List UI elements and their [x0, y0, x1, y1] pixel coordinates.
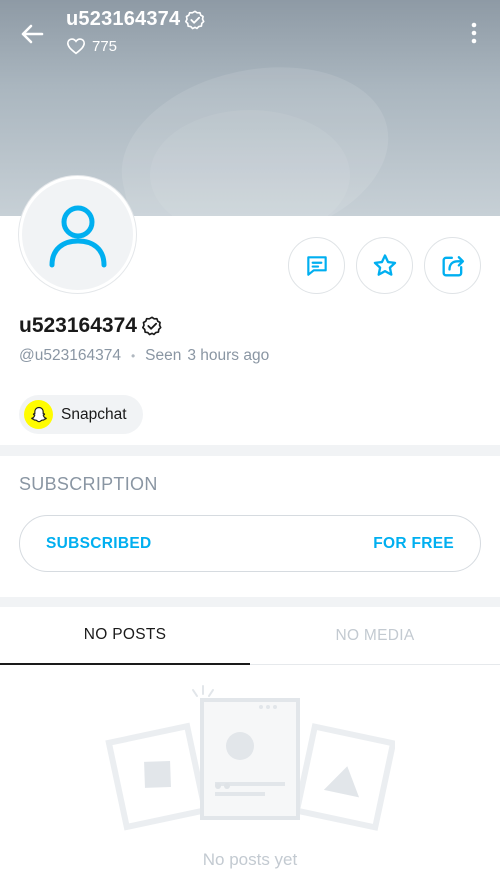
favorite-button[interactable]	[356, 237, 413, 294]
section-divider	[0, 445, 500, 456]
subscription-section-title: SUBSCRIPTION	[19, 474, 158, 494]
profile-meta: @u523164374 • Seen 3 hours ago	[19, 347, 269, 365]
likes-row: 775	[66, 37, 117, 55]
user-icon	[49, 205, 106, 267]
more-vertical-icon	[471, 22, 477, 44]
subscribed-button[interactable]: SUBSCRIBED FOR FREE	[19, 515, 481, 572]
heart-icon	[66, 38, 86, 55]
share-button[interactable]	[424, 237, 481, 294]
more-options-button[interactable]	[464, 18, 484, 48]
profile-name: u523164374	[19, 314, 137, 337]
message-icon	[306, 255, 327, 276]
message-button[interactable]	[288, 237, 345, 294]
subscription-price: FOR FREE	[373, 534, 454, 552]
profile-name-row: u523164374	[19, 314, 163, 338]
section-divider	[0, 597, 500, 607]
likes-count: 775	[92, 37, 118, 55]
snapchat-label: Snapchat	[61, 405, 127, 423]
empty-posts-text: No posts yet	[202, 850, 298, 869]
profile-actions	[288, 237, 481, 294]
top-bar: u523164374 775	[0, 0, 500, 70]
content-tabs: NO POSTS NO MEDIA	[0, 607, 500, 665]
subscribed-status: SUBSCRIBED	[46, 534, 152, 552]
verified-icon	[141, 316, 162, 336]
verified-icon	[185, 9, 205, 29]
star-icon	[373, 253, 396, 276]
tab-media[interactable]: NO MEDIA	[250, 607, 500, 665]
share-icon	[442, 255, 464, 276]
avatar[interactable]	[19, 176, 136, 293]
snapchat-icon	[24, 400, 53, 429]
snapchat-link[interactable]: Snapchat	[19, 395, 143, 434]
seen-time: 3 hours ago	[187, 347, 270, 364]
header-username: u523164374	[66, 8, 181, 30]
header-title-row: u523164374	[66, 8, 206, 31]
empty-posts-illustration	[105, 685, 395, 831]
profile-handle: @u523164374	[19, 347, 121, 364]
tab-posts[interactable]: NO POSTS	[0, 607, 250, 665]
seen-label: Seen	[145, 347, 182, 364]
meta-separator: •	[130, 349, 136, 363]
arrow-left-icon	[21, 24, 44, 44]
back-button[interactable]	[16, 18, 48, 50]
